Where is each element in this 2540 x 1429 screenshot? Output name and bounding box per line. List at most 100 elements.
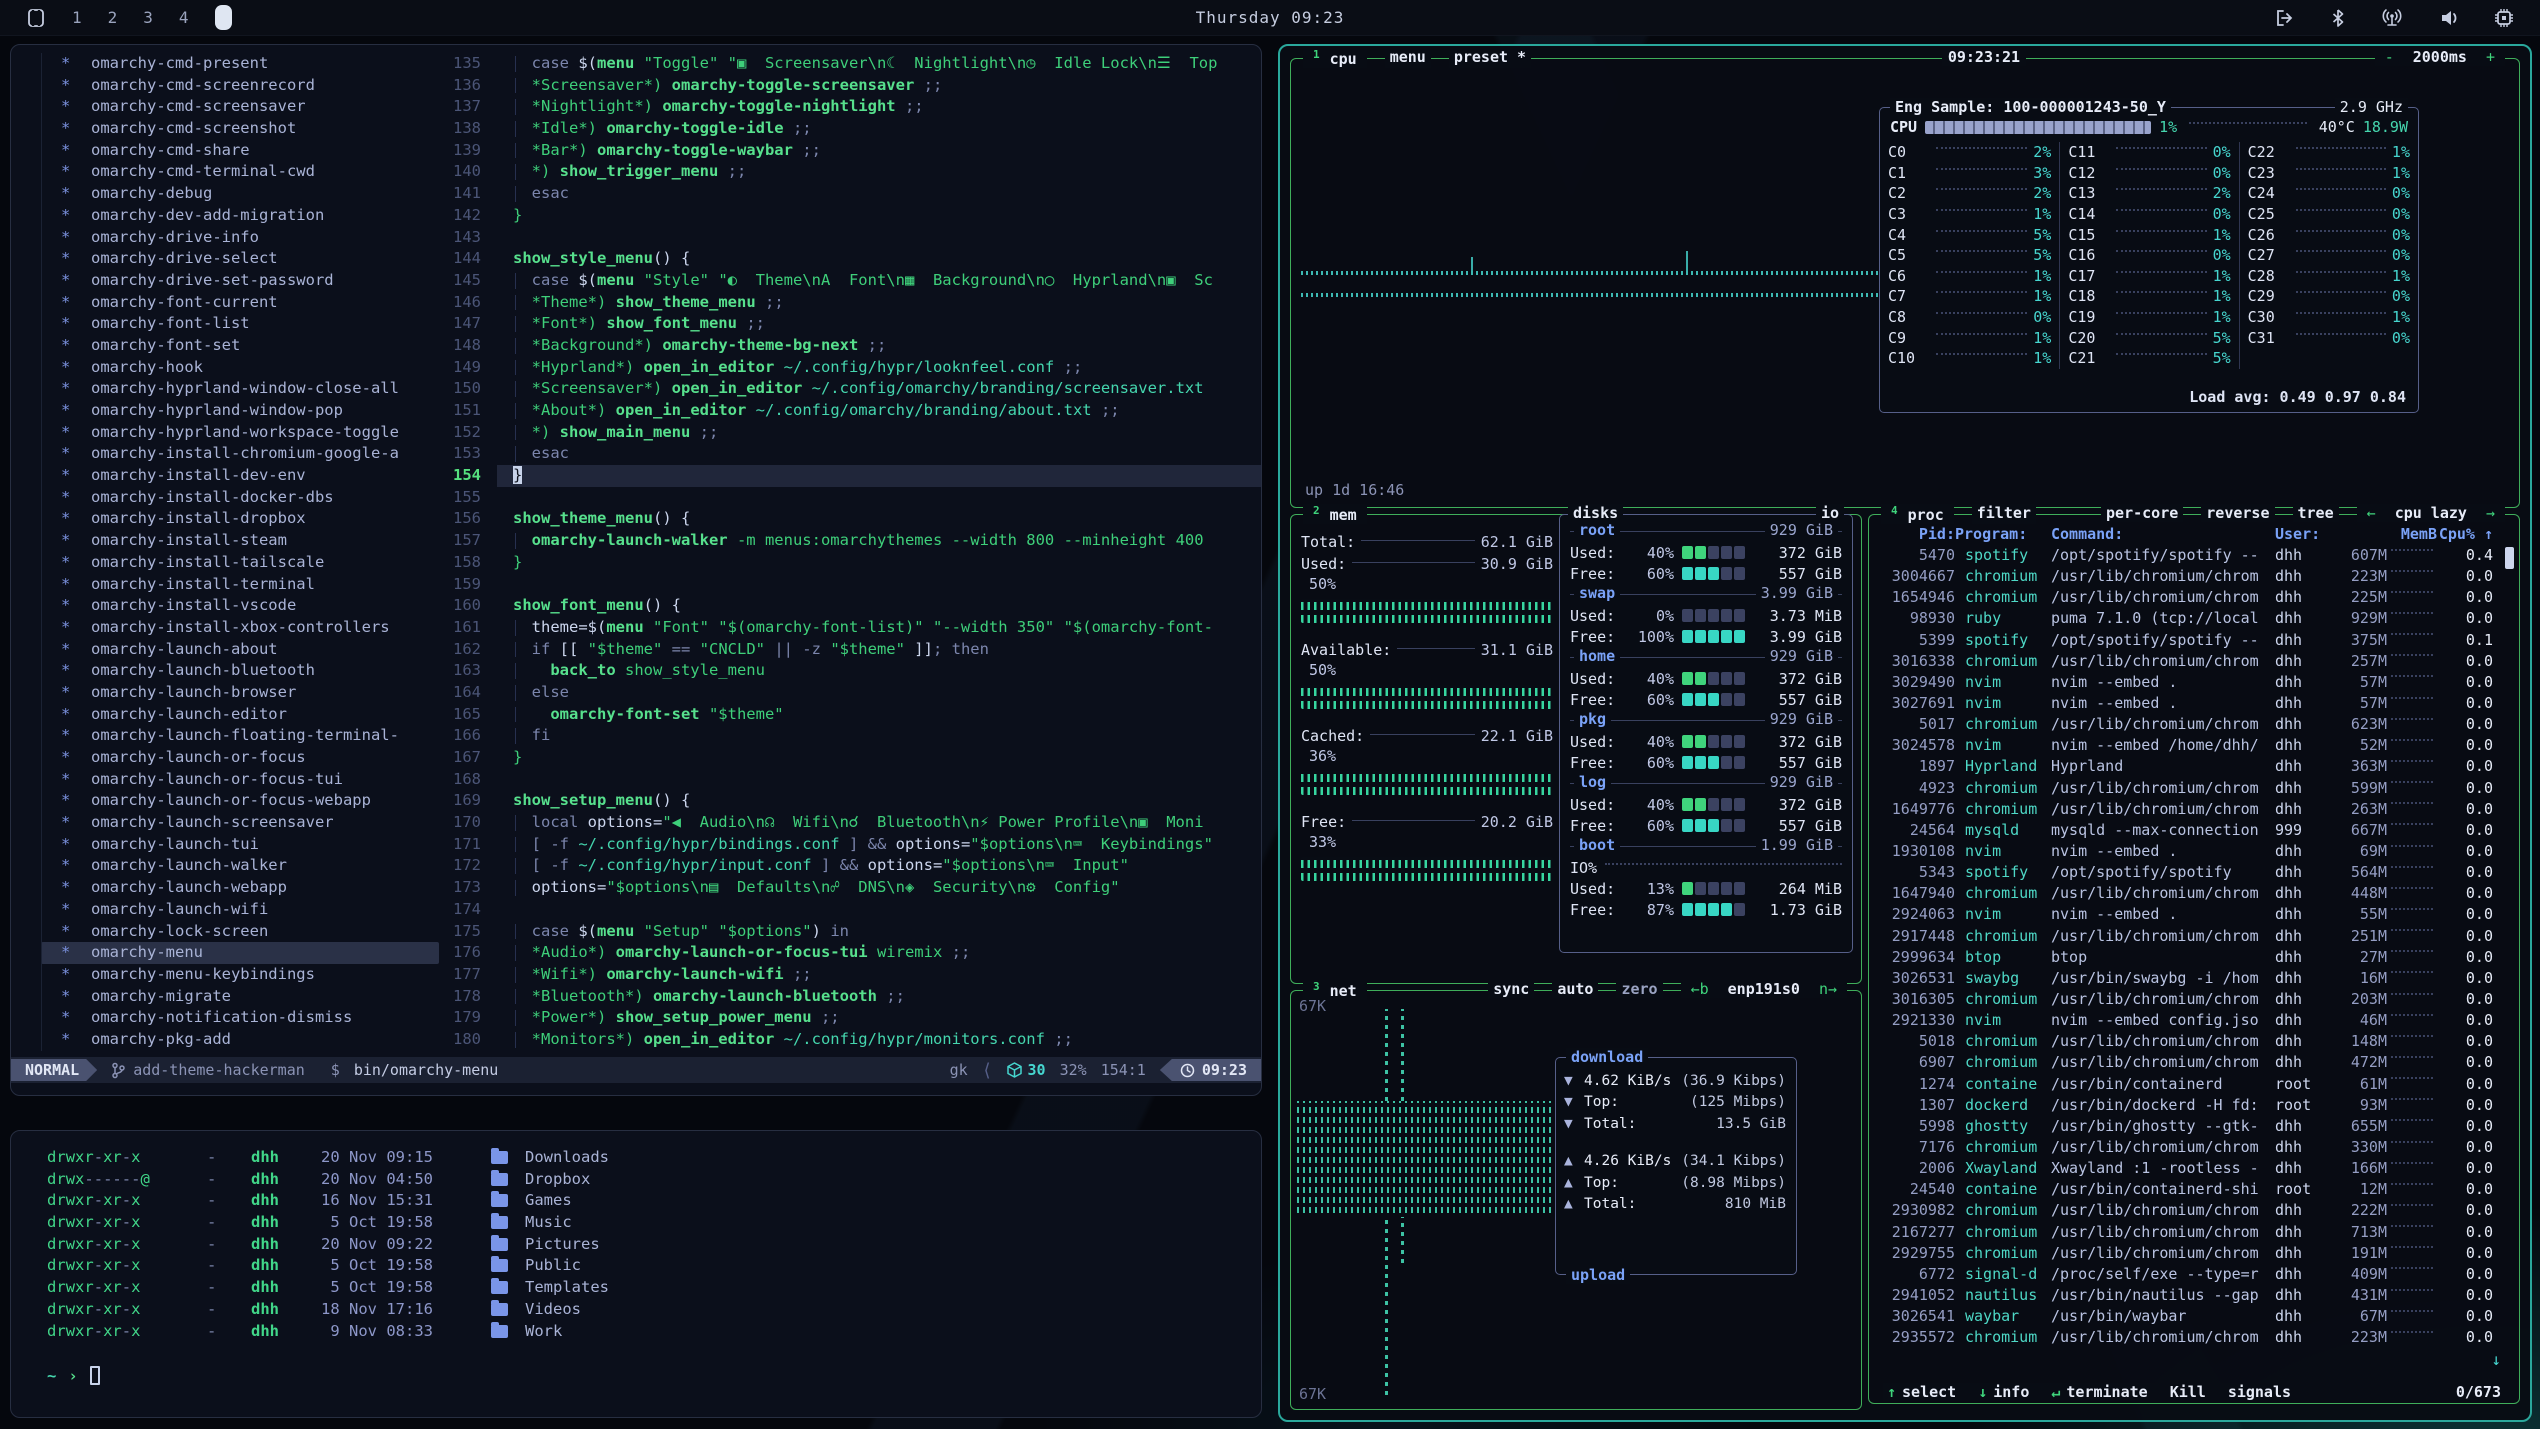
footer-action-select[interactable]: ↑select bbox=[1887, 1383, 1956, 1401]
file-list-item[interactable]: *omarchy-install-chromium-google-a bbox=[47, 443, 439, 465]
editor-row[interactable]: *omarchy-hyprland-workspace-toggle152 *)… bbox=[47, 422, 1261, 444]
code-line[interactable]: *Wifi*) omarchy-launch-wifi ;; bbox=[497, 964, 1261, 986]
editor-row[interactable]: *omarchy-font-current146 *Theme*) show_t… bbox=[47, 292, 1261, 314]
editor-row[interactable]: *omarchy-hook149 *Hyprland*) open_in_edi… bbox=[47, 357, 1261, 379]
code-line[interactable]: *Font*) show_font_menu ;; bbox=[497, 313, 1261, 335]
file-list-item[interactable]: *omarchy-font-list bbox=[47, 313, 439, 335]
btop-menu-button[interactable]: menu bbox=[1385, 48, 1431, 68]
file-list-item[interactable]: *omarchy-lock-screen bbox=[47, 921, 439, 943]
editor-row[interactable]: *omarchy-cmd-screensaver137 *Nightlight*… bbox=[47, 96, 1261, 118]
code-line[interactable]: *Idle*) omarchy-toggle-idle ;; bbox=[497, 118, 1261, 140]
proc-row[interactable]: 5470spotify/opt/spotify/spotify --dhh607… bbox=[1879, 545, 2493, 566]
proc-row[interactable]: 2917448chromium/usr/lib/chromium/chromdh… bbox=[1879, 926, 2493, 947]
proc-row[interactable]: 5018chromium/usr/lib/chromium/chromdhh14… bbox=[1879, 1031, 2493, 1052]
proc-header-program[interactable]: Program: bbox=[1955, 525, 2051, 543]
code-line[interactable]: *Monitors*) open_in_editor ~/.config/hyp… bbox=[497, 1029, 1261, 1051]
editor-row[interactable]: *omarchy-install-terminal159 bbox=[47, 574, 1261, 596]
proc-row[interactable]: 6907chromium/usr/lib/chromium/chromdhh47… bbox=[1879, 1052, 2493, 1073]
file-list-item[interactable]: *omarchy-launch-floating-terminal- bbox=[47, 725, 439, 747]
file-list-item[interactable]: *omarchy-launch-screensaver bbox=[47, 812, 439, 834]
file-list-item[interactable]: *omarchy-cmd-screenrecord bbox=[47, 75, 439, 97]
code-line[interactable] bbox=[497, 899, 1261, 921]
cpu-panel-title[interactable]: 1cpu bbox=[1303, 48, 1367, 68]
proc-row[interactable]: 5998ghostty/usr/bin/ghostty --gtk-dhh655… bbox=[1879, 1116, 2493, 1137]
editor-row[interactable]: *omarchy-launch-walker172 [ -f ~/.config… bbox=[47, 855, 1261, 877]
code-line[interactable]: options="$options\n▤ Defaults\n☍ DNS\n◈ … bbox=[497, 877, 1261, 899]
list-item[interactable]: drwxr-xr-x-dhh20 Nov 09:15Downloads bbox=[47, 1147, 1261, 1169]
code-line[interactable]: } bbox=[497, 747, 1261, 769]
proc-row[interactable]: 1897HyprlandHyprlanddhh363M0.0 bbox=[1879, 756, 2493, 777]
editor-row[interactable]: *omarchy-cmd-screenshot138 *Idle*) omarc… bbox=[47, 118, 1261, 140]
code-line[interactable]: case $(menu "Style" "◐ Theme\nA Font\n▦ … bbox=[497, 270, 1261, 292]
workspace-4[interactable]: 4 bbox=[179, 8, 189, 27]
file-list-item[interactable]: *omarchy-install-terminal bbox=[47, 574, 439, 596]
editor-row[interactable]: *omarchy-launch-or-focus-webapp169show_s… bbox=[47, 790, 1261, 812]
file-list-item[interactable]: *omarchy-drive-set-password bbox=[47, 270, 439, 292]
footer-action-kill[interactable]: Kill bbox=[2170, 1383, 2206, 1401]
cpu-icon[interactable] bbox=[2494, 8, 2514, 28]
proc-panel-title[interactable]: 4proc bbox=[1881, 504, 1954, 524]
code-line[interactable]: omarchy-launch-walker -m menus:omarchyth… bbox=[497, 530, 1261, 552]
proc-row[interactable]: 2941052nautilus/usr/bin/nautilus --gapdh… bbox=[1879, 1285, 2493, 1306]
list-item[interactable]: drwx------@-dhh20 Nov 04:50Dropbox bbox=[47, 1169, 1261, 1191]
editor-row[interactable]: *omarchy-launch-bluetooth163 back_to sho… bbox=[47, 660, 1261, 682]
code-line[interactable]: show_font_menu() { bbox=[497, 595, 1261, 617]
proc-row[interactable]: 2935572chromium/usr/lib/chromium/chromdh… bbox=[1879, 1327, 2493, 1348]
file-list-item[interactable]: *omarchy-install-tailscale bbox=[47, 552, 439, 574]
editor-row[interactable]: *omarchy-menu176 *Audio*) omarchy-launch… bbox=[47, 942, 1261, 964]
disks-title[interactable]: disks bbox=[1568, 504, 1623, 522]
file-list-item[interactable]: *omarchy-debug bbox=[47, 183, 439, 205]
file-list-item[interactable]: *omarchy-hyprland-workspace-toggle bbox=[47, 422, 439, 444]
proc-row[interactable]: 2921330nvimnvim --embed config.jsodhh46M… bbox=[1879, 1010, 2493, 1031]
code-line[interactable]: *Audio*) omarchy-launch-or-focus-tui wir… bbox=[497, 942, 1261, 964]
file-list-item[interactable]: *omarchy-hyprland-window-pop bbox=[47, 400, 439, 422]
proc-row[interactable]: 1307dockerd/usr/bin/dockerd -H fd:root93… bbox=[1879, 1095, 2493, 1116]
code-line[interactable]: *Screensaver*) open_in_editor ~/.config/… bbox=[497, 378, 1261, 400]
code-line[interactable]: *Screensaver*) omarchy-toggle-screensave… bbox=[497, 75, 1261, 97]
file-list-item[interactable]: *omarchy-install-dev-env bbox=[47, 465, 439, 487]
proc-row[interactable]: 24540containe/usr/bin/containerd-shiroot… bbox=[1879, 1179, 2493, 1200]
proc-row[interactable]: 2167277chromium/usr/lib/chromium/chromdh… bbox=[1879, 1222, 2493, 1243]
file-list-item[interactable]: *omarchy-launch-webapp bbox=[47, 877, 439, 899]
code-line[interactable] bbox=[497, 487, 1261, 509]
code-line[interactable]: if [[ "$theme" == "CNCLD" || -z "$theme"… bbox=[497, 639, 1261, 661]
proc-row[interactable]: 5399spotify/opt/spotify/spotify --dhh375… bbox=[1879, 630, 2493, 651]
list-item[interactable]: drwxr-xr-x-dhh18 Nov 17:16Videos bbox=[47, 1299, 1261, 1321]
file-list-item[interactable]: *omarchy-install-steam bbox=[47, 530, 439, 552]
code-line[interactable]: back_to show_style_menu bbox=[497, 660, 1261, 682]
proc-row[interactable]: 5343spotify/opt/spotify/spotifydhh564M0.… bbox=[1879, 862, 2493, 883]
proc-row[interactable]: 2929755chromium/usr/lib/chromium/chromdh… bbox=[1879, 1243, 2493, 1264]
code-line[interactable]: } bbox=[497, 205, 1261, 227]
list-item[interactable]: drwxr-xr-x-dhh16 Nov 15:31Games bbox=[47, 1190, 1261, 1212]
code-line[interactable]: [ -f ~/.config/hypr/input.conf ] && opti… bbox=[497, 855, 1261, 877]
editor-row[interactable]: *omarchy-install-chromium-google-a153 es… bbox=[47, 443, 1261, 465]
code-line[interactable]: } bbox=[497, 552, 1261, 574]
code-line[interactable]: esac bbox=[497, 443, 1261, 465]
proc-row[interactable]: 5017chromium/usr/lib/chromium/chromdhh62… bbox=[1879, 714, 2493, 735]
file-list-item[interactable]: *omarchy-font-set bbox=[47, 335, 439, 357]
proc-row[interactable]: 1274containe/usr/bin/containerdroot61M0.… bbox=[1879, 1074, 2493, 1095]
editor-row[interactable]: *omarchy-install-xbox-controllers161 the… bbox=[47, 617, 1261, 639]
editor-row[interactable]: *omarchy-cmd-share139 *Bar*) omarchy-tog… bbox=[47, 140, 1261, 162]
file-list-item[interactable]: *omarchy-launch-walker bbox=[47, 855, 439, 877]
code-line[interactable]: show_style_menu() { bbox=[497, 248, 1261, 270]
editor-row[interactable]: *omarchy-install-vscode160show_font_menu… bbox=[47, 595, 1261, 617]
code-line[interactable]: theme=$(menu "Font" "$(omarchy-font-list… bbox=[497, 617, 1261, 639]
network-icon[interactable] bbox=[2380, 8, 2404, 28]
file-list-item[interactable]: *omarchy-install-vscode bbox=[47, 595, 439, 617]
workspace-1[interactable]: 1 bbox=[72, 8, 82, 27]
code-line[interactable]: *) show_main_menu ;; bbox=[497, 422, 1261, 444]
filter-button[interactable]: filter bbox=[1972, 504, 2036, 524]
file-list-item[interactable]: *omarchy-launch-about bbox=[47, 639, 439, 661]
editor-row[interactable]: *omarchy-migrate178 *Bluetooth*) omarchy… bbox=[47, 986, 1261, 1008]
file-list-item[interactable]: *omarchy-launch-tui bbox=[47, 834, 439, 856]
editor-row[interactable]: *omarchy-launch-editor165 omarchy-font-s… bbox=[47, 704, 1261, 726]
file-list-item[interactable]: *omarchy-notification-dismiss bbox=[47, 1007, 439, 1029]
tree-toggle[interactable]: tree bbox=[2293, 504, 2339, 522]
file-list-item[interactable]: *omarchy-menu-keybindings bbox=[47, 964, 439, 986]
net-interface-selector[interactable]: ←b enp191s0 n→ bbox=[1681, 980, 1847, 998]
io-title[interactable]: io bbox=[1816, 504, 1844, 522]
file-list-item[interactable]: *omarchy-install-docker-dbs bbox=[47, 487, 439, 509]
editor-row[interactable]: *omarchy-notification-dismiss179 *Power*… bbox=[47, 1007, 1261, 1029]
file-list-item[interactable]: *omarchy-menu bbox=[41, 942, 439, 964]
